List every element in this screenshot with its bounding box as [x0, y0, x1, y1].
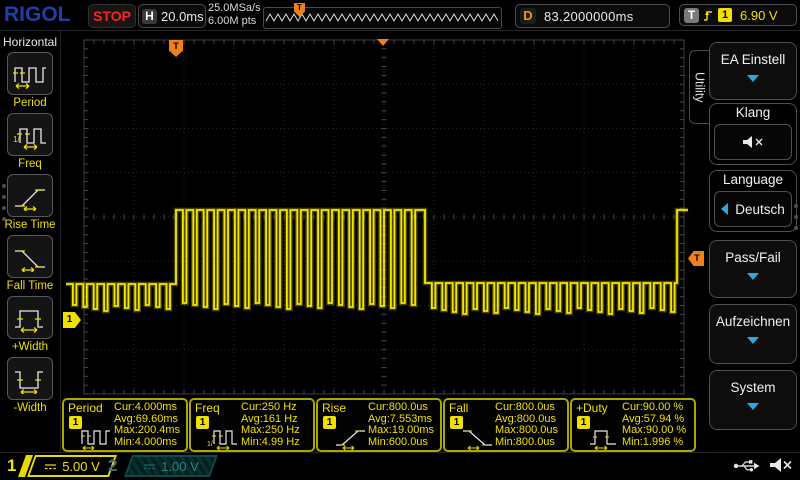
delay-center-marker-icon [377, 39, 389, 46]
oscilloscope-screen: RIGOL STOP H 20.0ms 25.0MSa/s 6.00M pts … [0, 0, 800, 480]
waveform-display [0, 0, 800, 480]
